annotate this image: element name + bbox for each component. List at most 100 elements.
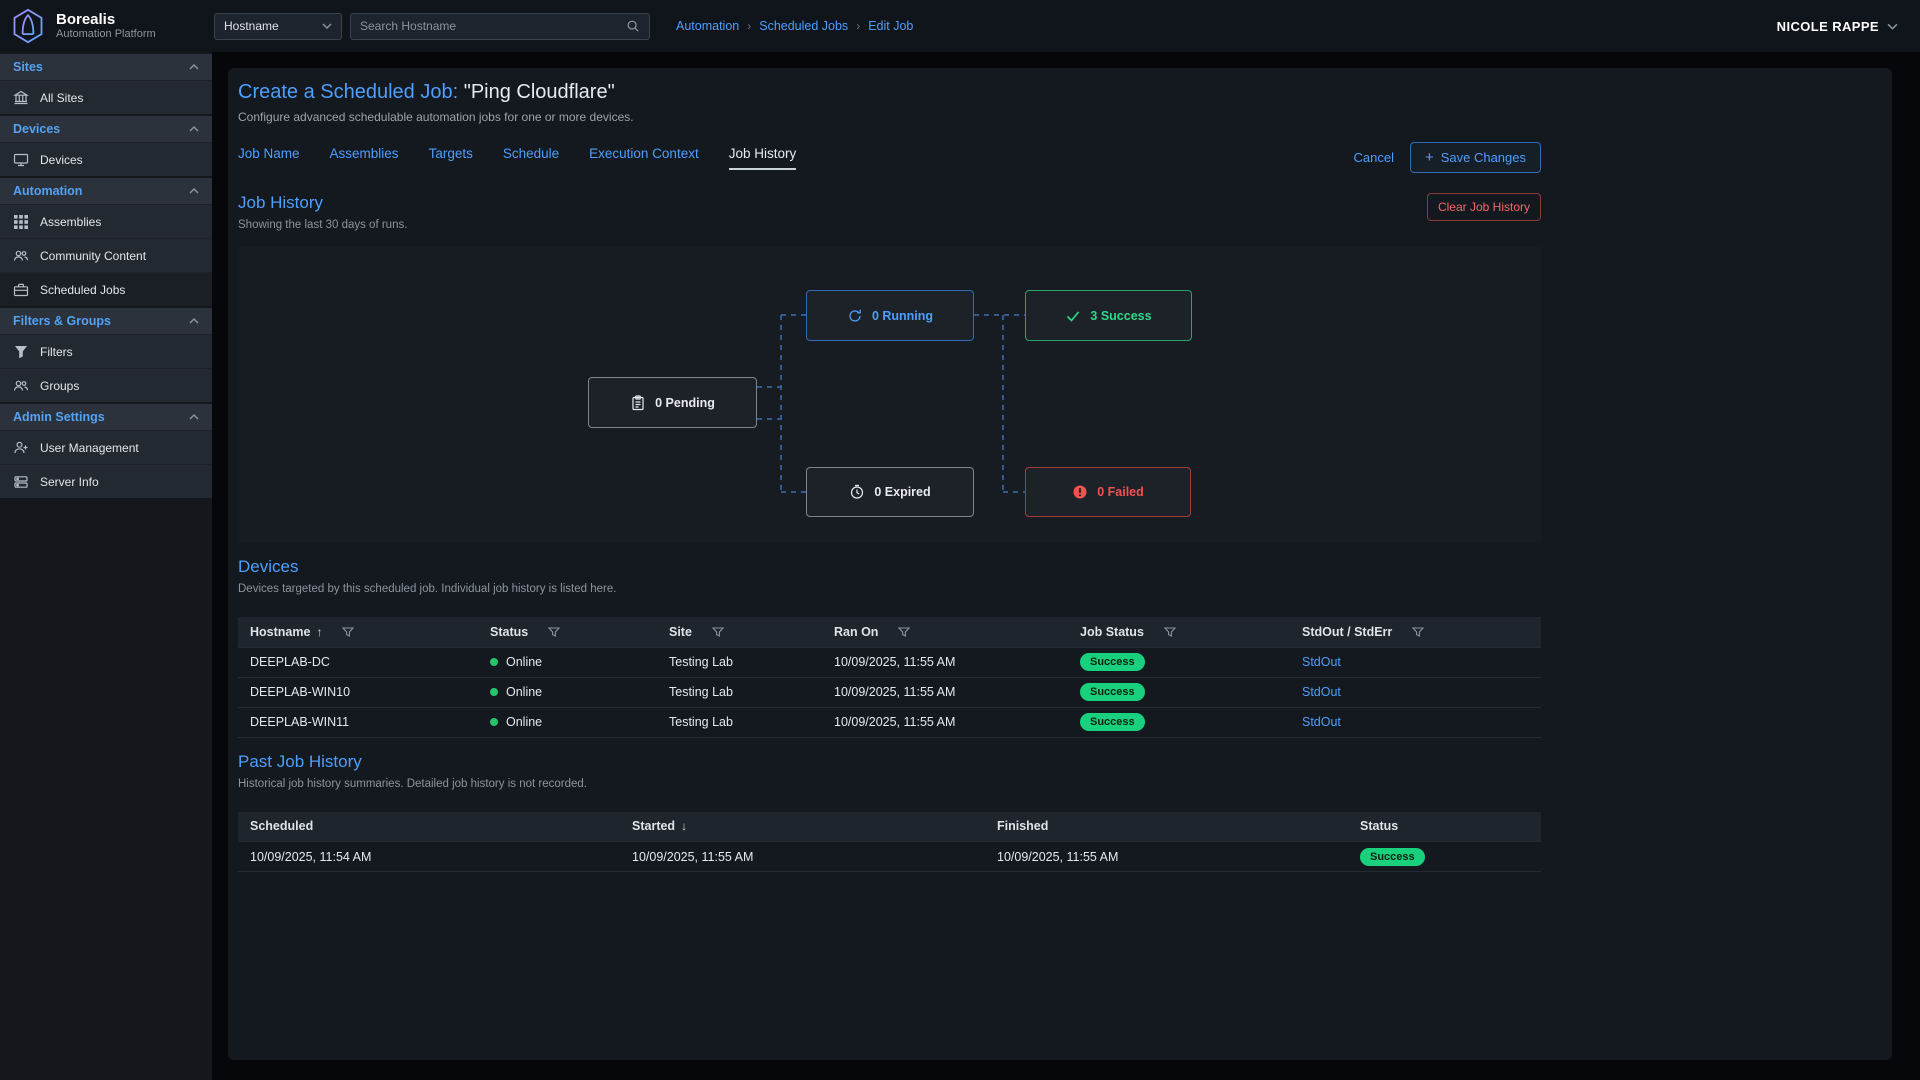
breadcrumb-automation[interactable]: Automation xyxy=(676,19,739,33)
funnel-icon xyxy=(13,344,29,360)
stdout-link[interactable]: StdOut xyxy=(1302,715,1341,729)
col-hostname-label[interactable]: Hostname xyxy=(250,625,310,639)
filter-icon[interactable] xyxy=(898,626,910,638)
chevron-up-icon xyxy=(189,126,199,132)
flow-box-success[interactable]: 3 Success xyxy=(1025,290,1192,341)
breadcrumb-separator: › xyxy=(856,19,860,33)
filter-icon[interactable] xyxy=(1412,626,1424,638)
tab-execution-context[interactable]: Execution Context xyxy=(589,146,699,170)
flow-pending-label: 0 Pending xyxy=(655,396,715,410)
sidebar-item-groups[interactable]: Groups xyxy=(0,368,212,402)
devices-table-header-row: Hostname ↑ Status Site xyxy=(238,617,1541,647)
section-label: Devices xyxy=(13,122,60,136)
cell-status: Online xyxy=(478,647,657,677)
sidebar-item-label: User Management xyxy=(40,441,139,455)
filter-icon[interactable] xyxy=(548,626,560,638)
hostname-select-value: Hostname xyxy=(224,19,279,33)
flow-failed-label: 0 Failed xyxy=(1097,485,1144,499)
hostname-search xyxy=(350,13,650,40)
flow-box-running[interactable]: 0 Running xyxy=(806,290,974,341)
brand: Borealis Automation Platform xyxy=(0,8,212,44)
chevron-up-icon xyxy=(189,64,199,70)
sidebar-item-assemblies[interactable]: Assemblies xyxy=(0,204,212,238)
clear-job-history-button[interactable]: Clear Job History xyxy=(1427,193,1541,221)
sidebar-section-filters-groups[interactable]: Filters & Groups xyxy=(0,306,212,334)
breadcrumb: Automation › Scheduled Jobs › Edit Job xyxy=(676,19,913,33)
flow-running-label: 0 Running xyxy=(872,309,933,323)
tab-schedule[interactable]: Schedule xyxy=(503,146,559,170)
sidebar-item-filters[interactable]: Filters xyxy=(0,334,212,368)
breadcrumb-edit-job[interactable]: Edit Job xyxy=(868,19,913,33)
col-stdout-label[interactable]: StdOut / StdErr xyxy=(1302,625,1392,639)
sidebar-item-scheduled-jobs[interactable]: Scheduled Jobs xyxy=(0,272,212,306)
cancel-button[interactable]: Cancel xyxy=(1353,150,1393,165)
flow-box-expired[interactable]: 0 Expired xyxy=(806,467,974,517)
col-jobstatus-label[interactable]: Job Status xyxy=(1080,625,1144,639)
col-scheduled-label[interactable]: Scheduled xyxy=(250,819,313,833)
table-row[interactable]: 10/09/2025, 11:54 AM 10/09/2025, 11:55 A… xyxy=(238,842,1541,872)
page-title-job-name: "Ping Cloudflare" xyxy=(464,81,615,103)
sort-desc-icon[interactable]: ↓ xyxy=(681,819,687,833)
tab-assemblies[interactable]: Assemblies xyxy=(330,146,399,170)
sidebar-section-sites[interactable]: Sites xyxy=(0,52,212,80)
tab-targets[interactable]: Targets xyxy=(429,146,473,170)
sidebar-item-user-management[interactable]: User Management xyxy=(0,430,212,464)
table-row[interactable]: DEEPLAB-DC Online Testing Lab 10/09/2025… xyxy=(238,647,1541,677)
flow-box-pending[interactable]: 0 Pending xyxy=(588,377,757,428)
col-status-label[interactable]: Status xyxy=(490,625,528,639)
sidebar-item-devices[interactable]: Devices xyxy=(0,142,212,176)
filter-icon[interactable] xyxy=(1164,626,1176,638)
col-finished-label[interactable]: Finished xyxy=(997,819,1048,833)
hostname-select[interactable]: Hostname xyxy=(214,13,342,40)
tab-job-name[interactable]: Job Name xyxy=(238,146,300,170)
monitor-icon xyxy=(13,152,29,168)
section-label: Automation xyxy=(13,184,82,198)
breadcrumb-scheduled-jobs[interactable]: Scheduled Jobs xyxy=(759,19,848,33)
sidebar-section-automation[interactable]: Automation xyxy=(0,176,212,204)
sidebar-item-server-info[interactable]: Server Info xyxy=(0,464,212,498)
cell-site: Testing Lab xyxy=(657,677,822,707)
user-menu[interactable]: NICOLE RAPPE xyxy=(1777,19,1898,34)
sidebar-item-label: Groups xyxy=(40,379,79,393)
tab-job-history[interactable]: Job History xyxy=(729,146,797,170)
sidebar-item-label: Devices xyxy=(40,153,83,167)
stdout-link[interactable]: StdOut xyxy=(1302,685,1341,699)
sidebar-item-label: Scheduled Jobs xyxy=(40,283,125,297)
col-status-label[interactable]: Status xyxy=(1360,819,1398,833)
plus-icon: + xyxy=(1425,150,1434,165)
sidebar-item-label: Server Info xyxy=(40,475,99,489)
col-ranon-label[interactable]: Ran On xyxy=(834,625,878,639)
sidebar-item-community-content[interactable]: Community Content xyxy=(0,238,212,272)
cell-ranon: 10/09/2025, 11:55 AM xyxy=(822,677,1068,707)
page-title: Create a Scheduled Job: "Ping Cloudflare… xyxy=(238,81,1541,104)
cell-finished: 10/09/2025, 11:55 AM xyxy=(985,842,1348,872)
main-area: Create a Scheduled Job: "Ping Cloudflare… xyxy=(212,52,1920,1080)
flow-box-failed[interactable]: 0 Failed xyxy=(1025,467,1191,517)
col-site-label[interactable]: Site xyxy=(669,625,692,639)
cell-jobstatus: Success xyxy=(1068,677,1290,707)
chevron-up-icon xyxy=(189,188,199,194)
building-icon xyxy=(13,90,29,106)
search-input[interactable] xyxy=(360,19,626,33)
table-row[interactable]: DEEPLAB-WIN11 Online Testing Lab 10/09/2… xyxy=(238,707,1541,737)
sidebar-section-admin-settings[interactable]: Admin Settings xyxy=(0,402,212,430)
sort-asc-icon[interactable]: ↑ xyxy=(316,625,322,639)
filter-icon[interactable] xyxy=(342,626,354,638)
table-row[interactable]: DEEPLAB-WIN10 Online Testing Lab 10/09/2… xyxy=(238,677,1541,707)
clock-icon xyxy=(849,484,865,500)
search-icon[interactable] xyxy=(626,19,640,33)
tabs-row: Job Name Assemblies Targets Schedule Exe… xyxy=(238,142,1541,173)
devices-heading: Devices xyxy=(238,557,1541,577)
save-changes-button[interactable]: + Save Changes xyxy=(1410,142,1541,173)
filter-icon[interactable] xyxy=(712,626,724,638)
col-started-label[interactable]: Started xyxy=(632,819,675,833)
stdout-link[interactable]: StdOut xyxy=(1302,655,1341,669)
sidebar-section-devices[interactable]: Devices xyxy=(0,114,212,142)
chevron-down-icon xyxy=(322,23,332,29)
sidebar-item-all-sites[interactable]: All Sites xyxy=(0,80,212,114)
chevron-down-icon xyxy=(1887,23,1898,30)
user-icon xyxy=(13,440,29,456)
status-badge: Success xyxy=(1080,653,1145,671)
cell-jobstatus: Success xyxy=(1068,707,1290,737)
sidebar: Sites All Sites Devices Devices Automati… xyxy=(0,52,212,1080)
